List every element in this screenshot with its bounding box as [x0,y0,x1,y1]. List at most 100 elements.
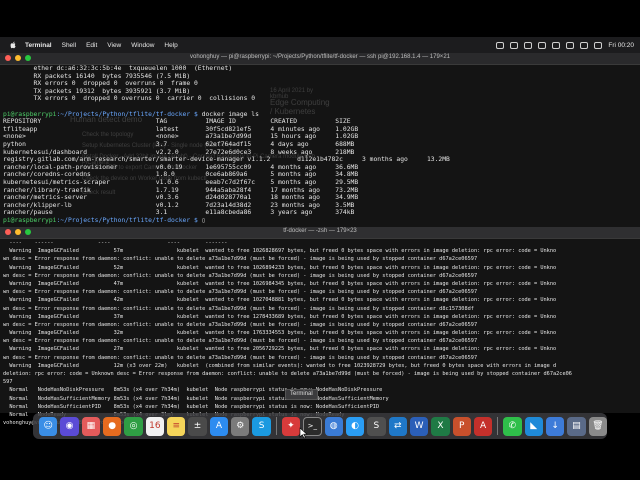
table-row: rancher/coredns-coredns 1.8.0 0ce6ab869a… [3,171,366,179]
terminal-window-ssh[interactable]: vohonghuy — pi@raspberrypi: ~/Projects/P… [0,53,640,227]
whatsapp-icon[interactable]: ✆ [503,416,522,436]
word-icon[interactable]: W [409,416,429,436]
dock-tooltip: Terminal [285,389,318,400]
table-row: rancher/library-traefik 1.7.19 944a5aba2… [3,186,366,194]
output-line: Normal NodeHasSufficientMemory 8m53s (x4… [3,395,389,402]
output-line: 597 [3,379,13,386]
output-line: Warning ImageGCFailed 47m kubelet wanted… [3,280,557,287]
window-title: vohonghuy — pi@raspberrypi: ~/Projects/P… [190,54,450,60]
output-line: wn desc = Error response from daemon: co… [3,321,478,328]
finder-icon[interactable]: ☺ [39,416,58,436]
terminal-window-zsh[interactable]: tf-docker — -zsh — 179×23 ---- ------ --… [0,227,640,426]
output-line: Warning ImageGCFailed 32m kubelet wanted… [3,330,557,337]
proxyman-icon[interactable]: ◍ [324,416,343,436]
vscode-icon[interactable]: ◣ [524,416,543,436]
safari-icon[interactable]: ◐ [345,416,365,436]
table-row: <none> <none> a73a1be7d99d 15 hours ago … [3,133,366,141]
menu-edit[interactable]: Edit [86,42,97,49]
downloads-stack-icon[interactable]: ▤ [567,416,586,436]
menu-view[interactable]: View [107,42,121,49]
skype-icon[interactable]: S [252,416,271,436]
terminal-output[interactable]: ether dc:a6:32:3c:5b:4e txqueuelen 1000 … [0,65,640,224]
command-text: docker image ls [201,110,259,118]
system-preferences-icon[interactable]: ⚙ [231,416,250,436]
output-line: ether dc:a6:32:3c:5b:4e txqueuelen 1000 … [3,65,233,72]
table-row: rancher/klipper-lb v0.1.2 7d23a14d38d2 2… [3,201,366,209]
output-line: wn desc = Error response from daemon: co… [3,305,474,312]
output-line: Warning ImageGCFailed 42m kubelet wanted… [3,297,557,304]
apple-menu-icon[interactable] [9,41,17,49]
output-line: ---- ------ ---- ---- ------- [3,240,228,246]
output-line: TX errors 0 dropped 0 overruns 0 carrier… [3,95,256,103]
table-row: rancher/local-path-provisioner v0.0.19 1… [3,163,366,171]
prompt-user: pi@raspberrypi [3,216,57,224]
menu-bar: Terminal Shell Edit View Window Help Fri… [0,37,640,53]
table-row: python 3.7 62ef764adf15 4 days ago 688MB [3,140,366,148]
output-line: Normal NodeHasSufficientPID 8m53s (x4 ov… [3,403,380,410]
firefox-icon[interactable]: ● [103,416,122,436]
output-line: RX errors 0 dropped 0 overruns 0 frame 0 [3,80,198,88]
downloads-icon[interactable]: ↓ [545,416,565,436]
window-title: tf-docker — -zsh — 179×23 [283,228,357,234]
table-row: tfliteapp latest 30f5cd821ef5 4 minutes … [3,125,366,133]
launchpad-icon[interactable]: ▦ [81,416,101,436]
trash-icon[interactable]: 🗑 [588,416,607,436]
text-cursor: ▯ [201,216,206,224]
table-row: kubernetesui/dashboard v2.2.0 27e72e6d0c… [3,148,366,156]
output-line: Warning ImageGCFailed 52m kubelet wanted… [3,264,557,271]
table-row: rancher/metrics-server v0.3.6 d24d028770… [3,194,366,202]
menu-help[interactable]: Help [164,42,177,49]
output-line: wn desc = Error response from daemon: co… [3,272,478,279]
remote-desktop-icon[interactable]: ✦ [281,416,301,436]
top-letterbox [0,0,640,37]
powerpoint-icon[interactable]: P [452,416,471,436]
output-line: TX packets 19312 bytes 3935921 (3.7 MiB) [3,87,191,95]
app-store-icon[interactable]: A [209,416,229,436]
output-line: wn desc = Error response from daemon: co… [3,256,478,263]
menu-clock[interactable]: Fri 00:20 [608,42,634,49]
terminal-output[interactable]: ---- ------ ---- ---- ------- Warning Im… [0,239,640,427]
dock-separator [497,417,499,435]
search-icon[interactable] [580,41,589,49]
status-icon-2[interactable] [510,41,519,49]
output-line: Warning ImageGCFailed 57m kubelet wanted… [3,248,557,255]
menu-window[interactable]: Window [131,42,154,49]
output-line: wn desc = Error response from daemon: co… [3,289,478,296]
output-line: deletion: rpc error: code = Unknown desc… [3,371,572,377]
vscode-remote-icon[interactable]: ⇄ [388,416,407,436]
status-icon-3[interactable] [524,41,533,49]
table-row: registry.gitlab.com/arm-research/smarter… [3,156,458,164]
output-line: Warning ImageGCFailed 37m kubelet wanted… [3,313,557,320]
window-titlebar[interactable]: vohonghuy — pi@raspberrypi: ~/Projects/P… [0,53,640,65]
status-icon-1[interactable] [496,41,505,49]
mouse-cursor-icon [299,427,308,439]
wifi-icon[interactable] [566,41,575,49]
output-line: RX packets 16140 bytes 7935546 (7.5 MiB) [3,72,191,80]
dock: ☺ ◉ ▦ ● ◎ 16 ≡ ± A ⚙ S ✦ >_ ◍ ◐ S ⇄ W X P A ✆ ◣ ↓ ▤ 🗑 [33,413,607,439]
prompt-line: pi@raspberrypi:~/Projects/Python/tflite/… [3,111,640,119]
prompt-path: :~/Projects/Python/tflite/tf-docker $ [56,216,202,224]
sublime-icon[interactable]: S [367,416,386,436]
menu-app-name[interactable]: Terminal [25,42,52,49]
menu-shell[interactable]: Shell [62,42,76,49]
excel-icon[interactable]: X [431,416,450,436]
chrome-icon[interactable]: ◎ [124,416,143,436]
control-center-icon[interactable] [594,41,603,49]
window-titlebar[interactable]: tf-docker — -zsh — 179×23 [0,227,640,239]
calculator-icon[interactable]: ± [188,416,207,436]
calendar-icon[interactable]: 16 [145,416,165,436]
acrobat-icon[interactable]: A [473,416,493,436]
notes-icon[interactable]: ≡ [167,416,186,436]
bluetooth-icon[interactable] [538,41,547,49]
output-line: wn desc = Error response from daemon: co… [3,354,478,361]
prompt-user: pi@raspberrypi [3,110,57,118]
output-line: wn desc = Error response from daemon: co… [3,338,478,345]
dock-separator [275,417,277,435]
bottom-letterbox [0,444,640,480]
siri-icon[interactable]: ◉ [60,416,79,436]
output-line: Warning ImageGCFailed 12m (x3 over 22m) … [3,362,557,369]
prompt-path: :~/Projects/Python/tflite/tf-docker $ [56,110,202,118]
battery-icon[interactable] [552,41,561,49]
table-row: rancher/pause 3.1 e11a8cbeda86 3 years a… [3,209,366,217]
